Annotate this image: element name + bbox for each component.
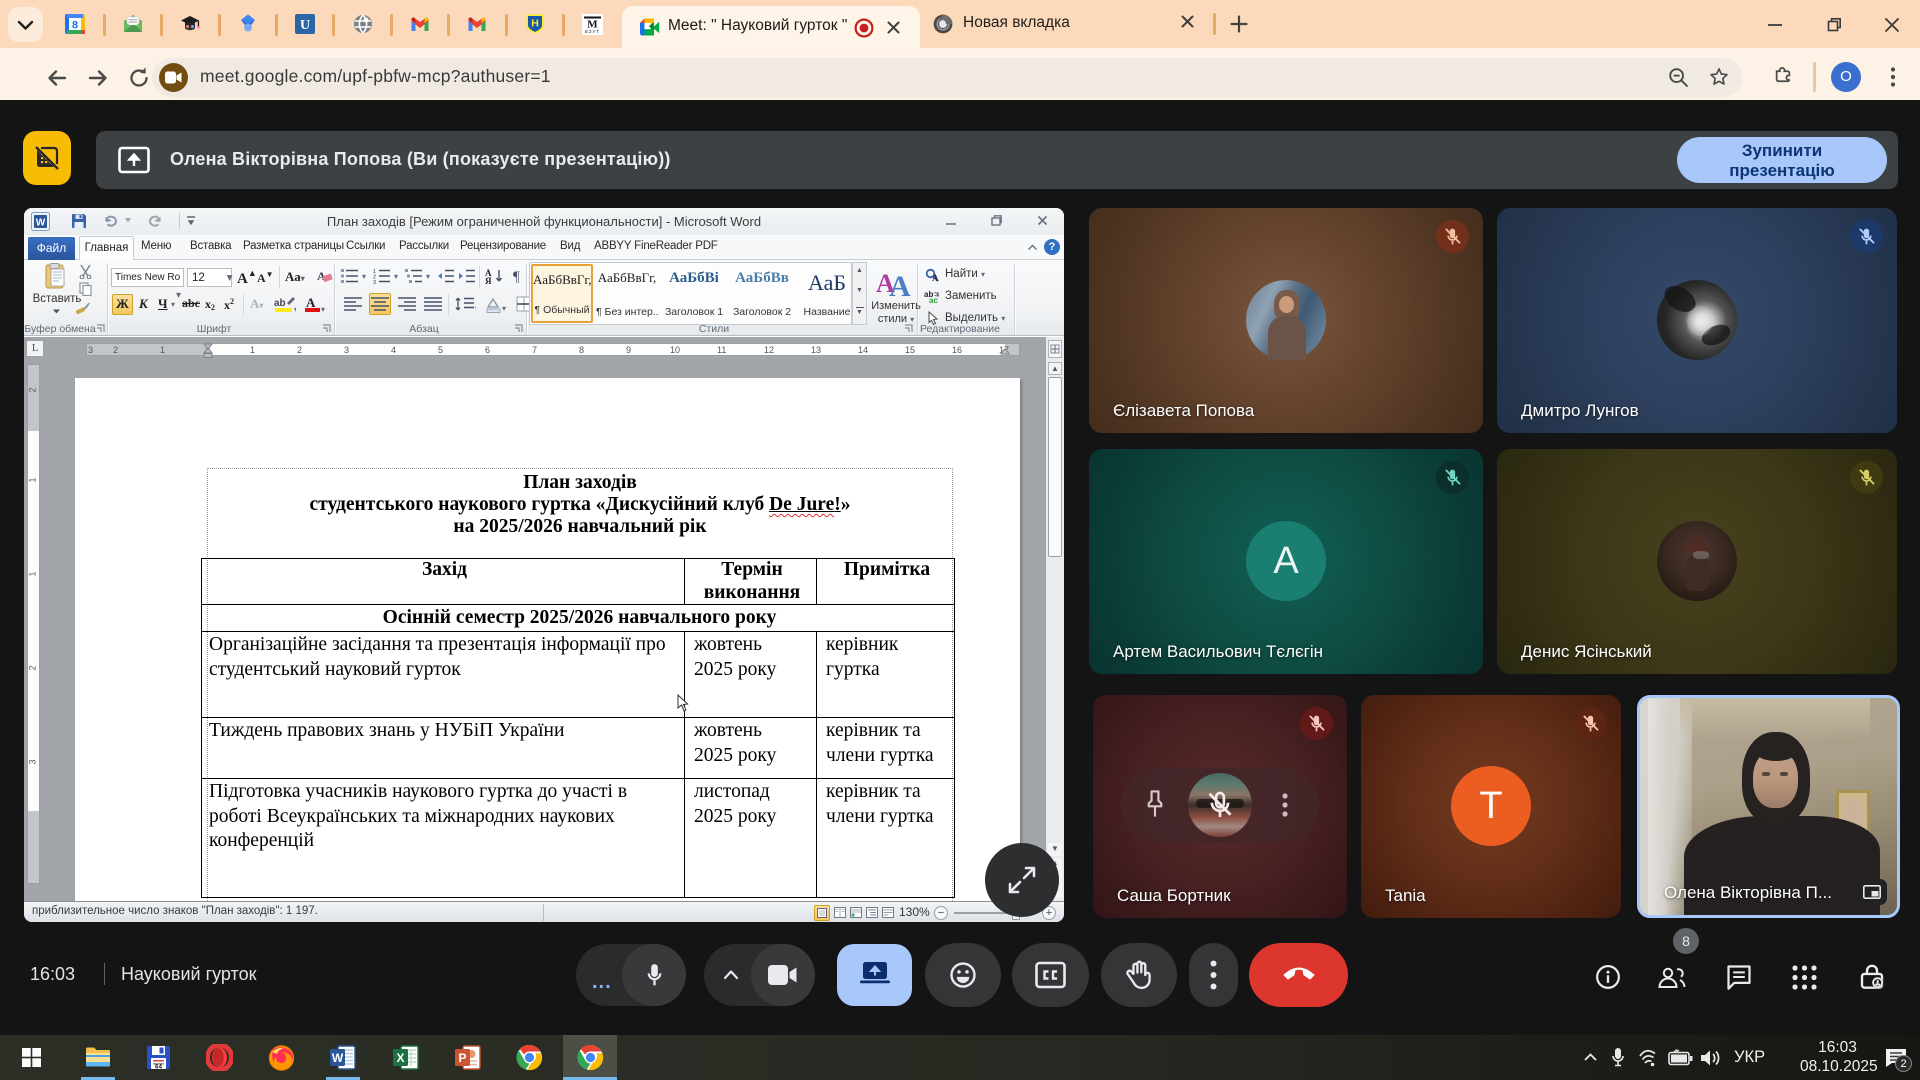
svg-text:A: A (889, 270, 911, 298)
svg-text:А: А (932, 273, 939, 282)
svg-text:А: А (306, 295, 316, 310)
svg-text:Я: Я (485, 276, 492, 285)
svg-text:P: P (458, 1051, 466, 1065)
svg-text:ac: ac (929, 296, 938, 303)
svg-text:8: 8 (72, 20, 78, 32)
svg-text:¶: ¶ (513, 269, 520, 285)
svg-text:▾: ▾ (475, 304, 476, 313)
svg-text:▾: ▾ (294, 305, 296, 314)
svg-text:64: 64 (155, 1063, 163, 1070)
svg-text:U: U (300, 18, 310, 33)
svg-text:▾: ▾ (502, 304, 506, 313)
svg-text:W: W (332, 1051, 344, 1065)
svg-text:3: 3 (373, 280, 376, 284)
svg-text:X: X (396, 1051, 404, 1065)
svg-text:ВЗУТ: ВЗУТ (585, 29, 600, 34)
svg-text:▾: ▾ (321, 305, 325, 314)
svg-text:ab: ab (274, 298, 286, 309)
svg-text:H: H (531, 18, 539, 30)
